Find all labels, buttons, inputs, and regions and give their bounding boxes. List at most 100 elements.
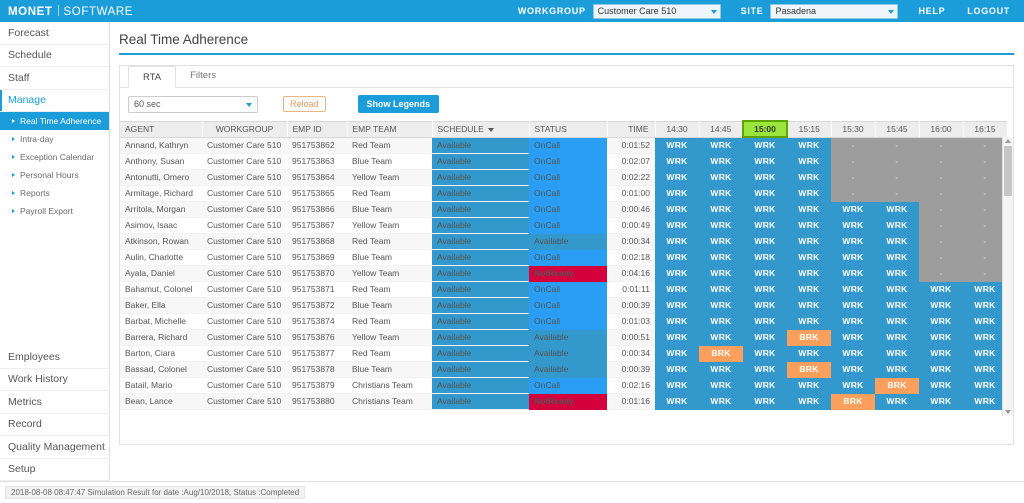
schedule-cell-1500: WRK — [743, 153, 787, 170]
workgroup-select[interactable]: Customer Care 510 — [592, 3, 721, 19]
cell-agent: Barton, Ciara — [120, 345, 202, 362]
sidebar-sub-nav: Real Time Adherence Intra-day Exception Ca… — [0, 112, 109, 220]
table-row[interactable]: Anthony, Susan Customer Care 510 951753863… — [120, 153, 1007, 170]
time-column-header-1600[interactable]: 16:00 — [919, 120, 964, 138]
column-header-time[interactable]: TIME — [607, 120, 656, 138]
refresh-interval-select[interactable]: 60 sec — [128, 95, 258, 113]
schedule-cell-1500: WRK — [743, 185, 787, 202]
schedule-cell-1545: WRK — [875, 361, 919, 378]
schedule-cell-1500: WRK — [743, 345, 787, 362]
table-row[interactable]: Aulin, Charlotte Customer Care 510 9517538… — [120, 249, 1007, 266]
column-header-status[interactable]: STATUS — [529, 120, 608, 138]
cell-agent: Baker, Ella — [120, 297, 202, 314]
cell-status: Available — [529, 361, 607, 378]
sidebar-subitem-payroll-export[interactable]: Payroll Export — [0, 202, 109, 220]
table-row[interactable]: Barbat, Michelle Customer Care 510 9517538… — [120, 313, 1007, 330]
schedule-cell-1445: WRK — [699, 297, 743, 314]
table-row[interactable]: Annand, Kathryn Customer Care 510 95175386… — [120, 137, 1007, 154]
schedule-cell-1515: WRK — [787, 153, 831, 170]
schedule-cell-1615: WRK — [963, 393, 1007, 410]
sidebar-item-work-history[interactable]: Work History — [0, 369, 110, 391]
sidebar-item-label: Quality Management — [8, 440, 105, 453]
table-row[interactable]: Bean, Lance Customer Care 510 951753880 Chr… — [120, 393, 1007, 410]
time-column-header-1615[interactable]: 16:15 — [963, 120, 1008, 138]
table-row[interactable]: Bahamut, Colonel Customer Care 510 9517538… — [120, 281, 1007, 298]
scroll-up-icon[interactable] — [1005, 139, 1011, 143]
schedule-cell-1515: WRK — [787, 217, 831, 234]
column-header-agent[interactable]: AGENT — [120, 120, 203, 138]
sidebar-item-setup[interactable]: Setup — [0, 459, 110, 481]
time-column-header-1545[interactable]: 15:45 — [875, 120, 920, 138]
schedule-cell-1600: WRK — [919, 345, 963, 362]
table-row[interactable]: Baker, Ella Customer Care 510 951753872 Blu… — [120, 297, 1007, 314]
status-bar: 2018-08-08 08:47:47 Simulation Result fo… — [0, 481, 1024, 503]
cell-schedule: Available — [432, 345, 529, 362]
schedule-cell-1530: - — [831, 137, 875, 154]
sidebar-item-label: Forecast — [8, 26, 49, 39]
schedule-cell-1430: WRK — [655, 393, 699, 410]
schedule-cell-1600: - — [919, 265, 963, 282]
table-row[interactable]: Barrera, Richard Customer Care 510 9517538… — [120, 329, 1007, 346]
sidebar-item-manage[interactable]: Manage — [0, 89, 109, 112]
schedule-cell-1530: WRK — [831, 249, 875, 266]
schedule-cell-1600: - — [919, 217, 963, 234]
table-row[interactable]: Barton, Ciara Customer Care 510 951753877 R… — [120, 345, 1007, 362]
schedule-cell-1530: WRK — [831, 265, 875, 282]
schedule-cell-1500: WRK — [743, 201, 787, 218]
sidebar-subitem-real-time-adherence[interactable]: Real Time Adherence — [0, 112, 109, 130]
table-row[interactable]: Ayala, Daniel Customer Care 510 951753870 Y… — [120, 265, 1007, 282]
table-row[interactable]: Atkinson, Rowan Customer Care 510 95175386… — [120, 233, 1007, 250]
sidebar-item-forecast[interactable]: Forecast — [0, 22, 109, 45]
grid-vertical-scrollbar[interactable] — [1002, 137, 1013, 416]
table-row[interactable]: Batail, Mario Customer Care 510 951753879 C… — [120, 377, 1007, 394]
time-column-header-1430[interactable]: 14:30 — [655, 120, 700, 138]
sidebar-item-record[interactable]: Record — [0, 414, 110, 436]
sidebar-subitem-label: Real Time Adherence — [20, 116, 102, 126]
cell-time: 0:01:16 — [607, 393, 655, 410]
table-row[interactable]: Antonutti, Omero Customer Care 510 9517538… — [120, 169, 1007, 186]
cell-emp-team: Yellow Team — [347, 265, 432, 282]
sidebar-item-quality-management[interactable]: Quality Management — [0, 436, 110, 459]
sidebar-item-employees[interactable]: Employees — [0, 346, 110, 369]
column-header-workgroup[interactable]: WORKGROUP — [202, 120, 288, 138]
show-legends-button[interactable]: Show Legends — [357, 95, 440, 113]
sidebar-subitem-personal-hours[interactable]: Personal Hours — [0, 166, 109, 184]
sidebar-subitem-reports[interactable]: Reports — [0, 184, 109, 202]
time-column-header-1445[interactable]: 14:45 — [699, 120, 744, 138]
table-row[interactable]: Arritola, Morgan Customer Care 510 9517538… — [120, 201, 1007, 218]
time-column-header-1515[interactable]: 15:15 — [787, 120, 832, 138]
table-row[interactable]: Armitage, Richard Customer Care 510 951753… — [120, 185, 1007, 202]
schedule-cell-1530: WRK — [831, 329, 875, 346]
reload-button[interactable]: Reload — [283, 96, 326, 112]
table-row[interactable]: Asimov, Isaac Customer Care 510 951753867 Y… — [120, 217, 1007, 234]
sidebar: Forecast Schedule Staff Manage Real Time Ad… — [0, 22, 110, 503]
schedule-cell-1430: WRK — [655, 201, 699, 218]
sidebar-subitem-exception-calendar[interactable]: Exception Calendar — [0, 148, 109, 166]
time-column-header-1530[interactable]: 15:30 — [831, 120, 876, 138]
time-column-header-1500[interactable]: 15:00 — [742, 120, 788, 138]
cell-schedule: Available — [432, 169, 529, 186]
help-link[interactable]: HELP — [918, 6, 945, 16]
tab-filters[interactable]: Filters — [176, 65, 230, 87]
site-select[interactable]: Pasadena — [770, 3, 899, 19]
sidebar-item-schedule[interactable]: Schedule — [0, 45, 109, 67]
tab-rta[interactable]: RTA — [128, 66, 177, 88]
chevron-right-icon — [12, 173, 15, 177]
schedule-cell-1430: WRK — [655, 153, 699, 170]
column-header-emp-team[interactable]: EMP TEAM — [347, 120, 433, 138]
sidebar-subitem-intra-day[interactable]: Intra-day — [0, 130, 109, 148]
cell-emp-team: Red Team — [347, 345, 432, 362]
cell-schedule: Available — [432, 137, 529, 154]
cell-agent: Aulin, Charlotte — [120, 249, 202, 266]
table-row[interactable]: Bassad, Colonel Customer Care 510 95175387… — [120, 361, 1007, 378]
scroll-down-icon[interactable] — [1005, 410, 1011, 414]
sidebar-item-metrics[interactable]: Metrics — [0, 391, 110, 414]
logout-link[interactable]: LOGOUT — [967, 6, 1010, 16]
column-header-schedule[interactable]: SCHEDULE — [432, 120, 530, 138]
sidebar-item-staff[interactable]: Staff — [0, 67, 109, 90]
column-header-emp-id[interactable]: EMP ID — [287, 120, 348, 138]
schedule-cell-1430: WRK — [655, 313, 699, 330]
schedule-cell-1615: WRK — [963, 281, 1007, 298]
cell-status: OnCall — [529, 153, 607, 170]
scrollbar-thumb[interactable] — [1004, 146, 1012, 196]
